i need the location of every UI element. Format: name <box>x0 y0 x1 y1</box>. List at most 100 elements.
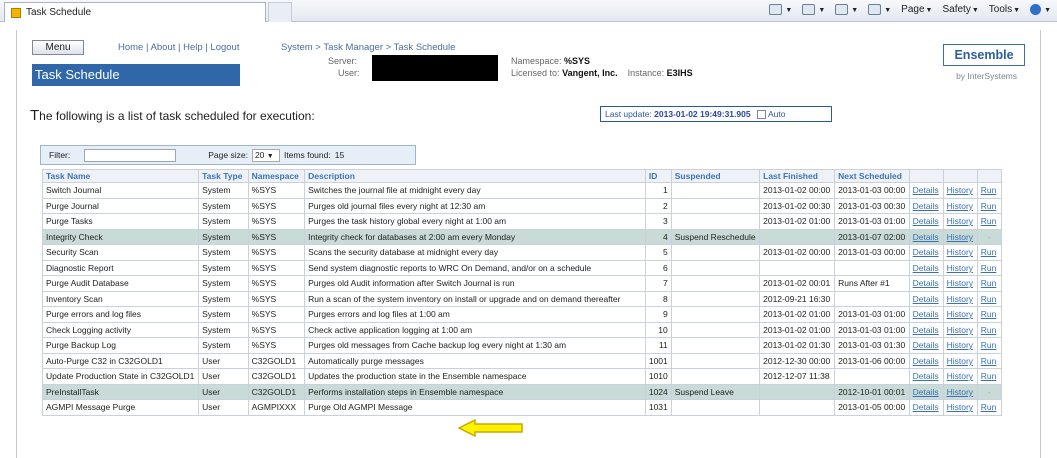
col-suspended[interactable]: Suspended <box>670 169 761 183</box>
col-next-scheduled[interactable]: Next Scheduled <box>834 169 910 183</box>
run-link[interactable]: Run <box>976 399 1003 416</box>
history-link[interactable]: History <box>942 306 978 323</box>
details-link[interactable]: Details <box>908 259 944 276</box>
mail-button[interactable]: ▼ <box>835 4 858 15</box>
safety-menu[interactable]: Safety▼ <box>942 4 978 15</box>
id-cell: 1001 <box>644 352 672 369</box>
run-link[interactable]: Run <box>976 213 1003 230</box>
history-link[interactable]: History <box>942 275 978 292</box>
col-description[interactable]: Description <box>304 169 646 183</box>
history-link[interactable]: History <box>942 290 978 307</box>
run-link[interactable]: Run <box>976 321 1003 338</box>
task-name-cell: PreInstallTask <box>41 383 200 400</box>
details-link[interactable]: Details <box>908 290 944 307</box>
page-size-select[interactable]: 20 ▼ <box>251 148 280 162</box>
redacted-box <box>372 55 498 81</box>
details-link[interactable]: Details <box>908 399 944 416</box>
table-row[interactable]: Update Production State in C32GOLD1 User C… <box>41 368 1003 385</box>
table-row[interactable]: AGMPI Message Purge User AGMPIXXX Purge Old… <box>41 399 1003 416</box>
history-link[interactable]: History <box>942 399 978 416</box>
feeds-button[interactable]: ▼ <box>802 4 825 15</box>
col-task-name[interactable]: Task Name <box>41 169 200 183</box>
run-link[interactable]: Run <box>976 244 1003 261</box>
print-button[interactable]: ▼ <box>868 4 891 15</box>
table-row[interactable]: PreInstallTask User C32GOLD1 Performs insta… <box>41 383 1003 400</box>
task-type-cell: User <box>198 352 249 369</box>
details-link[interactable]: Details <box>908 275 944 292</box>
history-link[interactable]: History <box>942 228 978 245</box>
run-link[interactable]: Run <box>976 352 1003 369</box>
col-task-type[interactable]: Task Type <box>198 169 249 183</box>
table-row[interactable]: Purge Tasks System %SYS Purges the task his… <box>41 213 1003 230</box>
description-cell: Integrity check for databases at 2:00 am… <box>304 228 646 245</box>
table-row[interactable]: Purge Journal System %SYS Purges old journa… <box>41 197 1003 214</box>
table-row[interactable]: Check Logging activity System %SYS Check ac… <box>41 321 1003 338</box>
details-link[interactable]: Details <box>908 244 944 261</box>
run-link[interactable]: Run <box>976 275 1003 292</box>
browser-tab[interactable]: Task Schedule <box>4 2 266 22</box>
details-link[interactable]: Details <box>908 383 944 400</box>
chevron-down-icon: ▼ <box>266 152 274 160</box>
table-row[interactable]: Auto-Purge C32 in C32GOLD1 User C32GOLD1 Au… <box>41 352 1003 369</box>
namespace-value: %SYS <box>564 56 591 66</box>
run-link[interactable]: Run <box>976 306 1003 323</box>
details-link[interactable]: Details <box>908 337 944 354</box>
table-row[interactable]: Security Scan System %SYS Scans the securit… <box>41 244 1003 261</box>
instance-value: E3IHS <box>666 68 693 78</box>
details-link[interactable]: Details <box>908 321 944 338</box>
namespace-cell: %SYS <box>247 306 306 323</box>
run-link[interactable]: Run <box>976 259 1003 276</box>
id-cell: 1010 <box>644 368 672 385</box>
run-link[interactable]: Run <box>976 182 1003 199</box>
task-type-cell: User <box>198 383 249 400</box>
page-menu[interactable]: Page▼ <box>901 4 932 15</box>
details-link[interactable]: Details <box>908 352 944 369</box>
history-link[interactable]: History <box>942 197 978 214</box>
help-menu[interactable]: ▼ <box>1030 4 1051 15</box>
header-links[interactable]: Home | About | Help | Logout <box>118 42 239 53</box>
table-row[interactable]: Diagnostic Report System %SYS Send system d… <box>41 259 1003 276</box>
details-link[interactable]: Details <box>908 213 944 230</box>
last-finished-cell: 2013-01-02 00:30 <box>759 197 836 214</box>
suspended-cell: Suspend Leave <box>670 383 761 400</box>
id-cell: 5 <box>644 244 672 261</box>
run-link[interactable]: Run <box>976 337 1003 354</box>
history-link[interactable]: History <box>942 337 978 354</box>
new-tab-button[interactable] <box>268 2 292 22</box>
table-row[interactable]: Integrity Check System %SYS Integrity check… <box>41 228 1003 245</box>
filter-input[interactable] <box>84 148 177 162</box>
table-row[interactable]: Purge Audit Database System %SYS Purges old… <box>41 275 1003 292</box>
history-link[interactable]: History <box>942 244 978 261</box>
table-row[interactable]: Inventory Scan System %SYS Run a scan of th… <box>41 290 1003 307</box>
details-link[interactable]: Details <box>908 182 944 199</box>
auto-checkbox[interactable] <box>756 110 766 120</box>
run-link[interactable]: Run <box>976 290 1003 307</box>
details-link[interactable]: Details <box>908 228 944 245</box>
history-link[interactable]: History <box>942 259 978 276</box>
col-namespace[interactable]: Namespace <box>247 169 306 183</box>
col-id[interactable]: ID <box>644 169 672 183</box>
suspended-cell <box>670 259 761 276</box>
history-link[interactable]: History <box>942 182 978 199</box>
details-link[interactable]: Details <box>908 197 944 214</box>
details-link[interactable]: Details <box>908 306 944 323</box>
table-row[interactable]: Purge Backup Log System %SYS Purges old mes… <box>41 337 1003 354</box>
task-type-cell: System <box>198 275 249 292</box>
home-button[interactable]: ▼ <box>769 4 792 15</box>
table-row[interactable]: Switch Journal System %SYS Switches the jou… <box>41 182 1003 199</box>
last-finished-cell: 2013-01-02 00:00 <box>759 244 836 261</box>
history-link[interactable]: History <box>942 352 978 369</box>
details-link[interactable]: Details <box>908 368 944 385</box>
table-row[interactable]: Purge errors and log files System %SYS Purg… <box>41 306 1003 323</box>
run-link[interactable]: Run <box>976 197 1003 214</box>
run-link[interactable]: Run <box>976 368 1003 385</box>
history-link[interactable]: History <box>942 213 978 230</box>
history-link[interactable]: History <box>942 321 978 338</box>
history-link[interactable]: History <box>942 383 978 400</box>
tools-menu[interactable]: Tools▼ <box>989 4 1020 15</box>
menu-button[interactable]: Menu <box>32 40 84 55</box>
id-cell: 1 <box>644 182 672 199</box>
col-last-finished[interactable]: Last Finished <box>759 169 836 183</box>
breadcrumb[interactable]: System > Task Manager > Task Schedule <box>281 42 455 53</box>
history-link[interactable]: History <box>942 368 978 385</box>
